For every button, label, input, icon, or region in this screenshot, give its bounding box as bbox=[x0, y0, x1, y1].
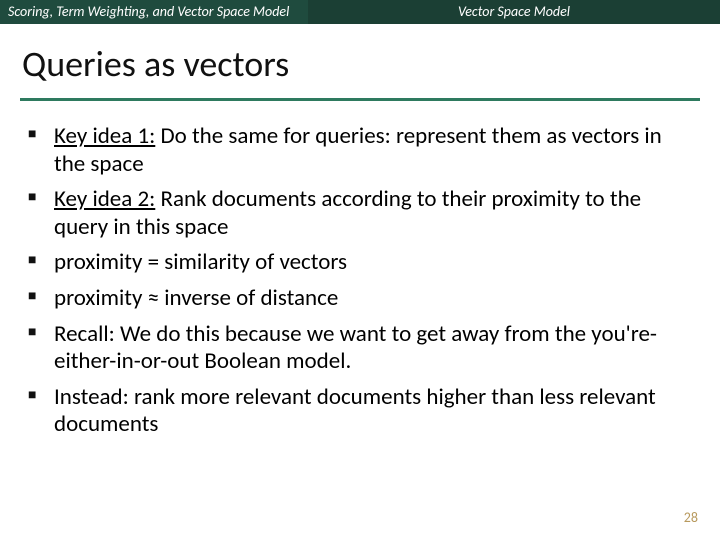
header-bar: Scoring, Term Weighting, and Vector Spac… bbox=[0, 0, 720, 24]
bullet-lead: Key idea 2: bbox=[54, 185, 155, 213]
bullet-text: Recall: We do this because we want to ge… bbox=[54, 320, 657, 376]
content-area: Key idea 1: Do the same for queries: rep… bbox=[0, 101, 720, 439]
bullet-text: proximity ≈ inverse of distance bbox=[54, 284, 338, 312]
slide: Scoring, Term Weighting, and Vector Spac… bbox=[0, 0, 720, 540]
bullet-text: proximity = similarity of vectors bbox=[54, 248, 347, 276]
page-number: 28 bbox=[684, 509, 698, 526]
header-right: Vector Space Model bbox=[308, 0, 720, 24]
header-left: Scoring, Term Weighting, and Vector Spac… bbox=[0, 0, 308, 24]
bullet-list: Key idea 1: Do the same for queries: rep… bbox=[28, 123, 698, 439]
slide-title: Queries as vectors bbox=[22, 42, 698, 86]
bullet-text: Instead: rank more relevant documents hi… bbox=[54, 383, 656, 439]
bullet-item: Key idea 2: Rank documents according to … bbox=[28, 186, 698, 241]
bullet-item: proximity ≈ inverse of distance bbox=[28, 285, 698, 313]
title-wrap: Queries as vectors bbox=[0, 24, 720, 92]
bullet-item: Key idea 1: Do the same for queries: rep… bbox=[28, 123, 698, 178]
bullet-lead: Key idea 1: bbox=[54, 122, 155, 150]
bullet-item: Instead: rank more relevant documents hi… bbox=[28, 384, 698, 439]
bullet-item: Recall: We do this because we want to ge… bbox=[28, 321, 698, 376]
bullet-item: proximity = similarity of vectors bbox=[28, 249, 698, 277]
